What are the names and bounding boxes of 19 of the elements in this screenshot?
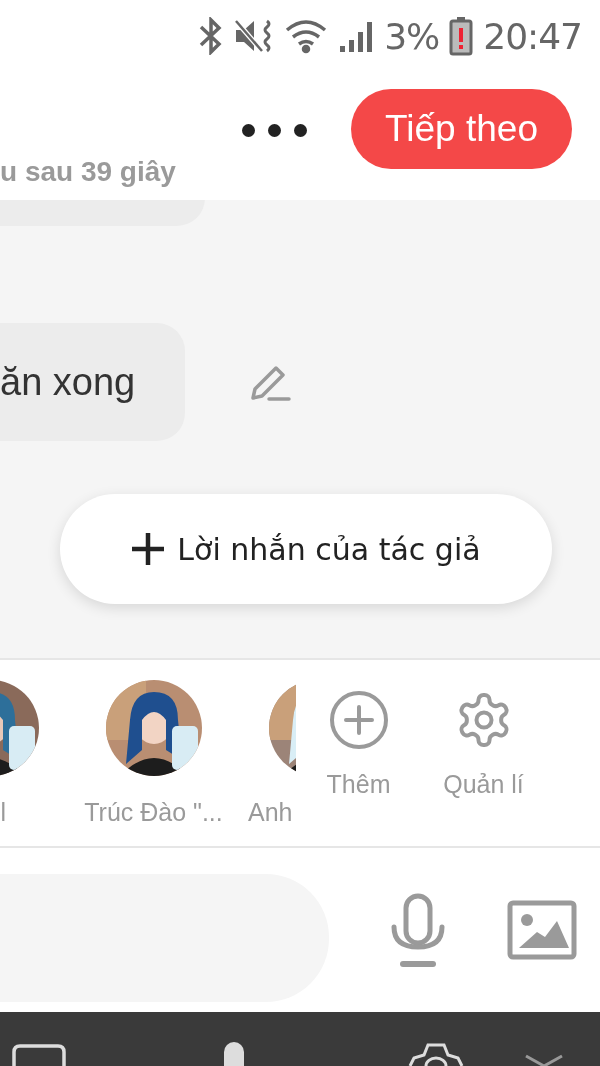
contact-name[interactable]: Trúc Đào "...	[84, 798, 223, 827]
microphone-icon[interactable]	[389, 893, 447, 967]
image-icon[interactable]	[507, 900, 577, 960]
countdown-text: u sau 39 giây	[0, 156, 176, 188]
author-note-button[interactable]: Lời nhắn của tác giả	[60, 494, 552, 604]
next-button[interactable]: Tiếp theo	[351, 89, 572, 169]
add-icon	[328, 690, 389, 750]
plus-icon	[131, 532, 166, 566]
contact-name[interactable]: Anh	[248, 798, 293, 827]
microphone-key-icon[interactable]	[224, 1042, 244, 1066]
contact-name[interactable]: l	[0, 798, 6, 827]
battery-percentage: 3%	[384, 15, 440, 57]
manage-button[interactable]: Quản lí	[421, 660, 546, 846]
chevron-icon[interactable]	[524, 1054, 564, 1066]
wifi-icon	[284, 18, 329, 54]
add-button[interactable]: Thêm	[296, 660, 421, 846]
battery-icon	[449, 16, 474, 56]
clock-time: 20:47	[483, 15, 582, 57]
message-bubble: ăn xong	[0, 323, 186, 441]
